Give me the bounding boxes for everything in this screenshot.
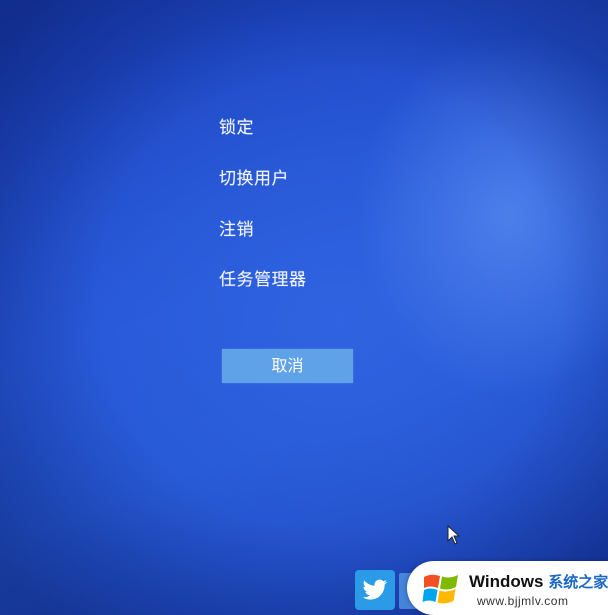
windows-logo-icon (422, 574, 458, 604)
cancel-button[interactable]: 取消 (222, 349, 353, 383)
menu-item-task-manager[interactable]: 任务管理器 (219, 269, 307, 291)
watermark: Windows 系统之家 www.bjjmlv.com (407, 561, 608, 615)
menu-item-switch-user[interactable]: 切换用户 (219, 168, 289, 190)
screen-vignette (0, 0, 608, 615)
menu-item-lock[interactable]: 锁定 (219, 117, 254, 139)
ctrl-alt-del-screen: 锁定 切换用户 注销 任务管理器 取消 Windows 系统之家 www.bjj… (0, 0, 608, 615)
watermark-brand-suffix: 系统之家 (548, 574, 608, 591)
watermark-brand: Windows (469, 572, 544, 591)
mouse-pointer-icon (447, 525, 461, 545)
twitter-icon (355, 570, 395, 610)
watermark-url: www.bjjmlv.com (477, 594, 569, 608)
menu-item-sign-out[interactable]: 注销 (219, 219, 254, 241)
watermark-title: Windows 系统之家 (469, 571, 608, 592)
